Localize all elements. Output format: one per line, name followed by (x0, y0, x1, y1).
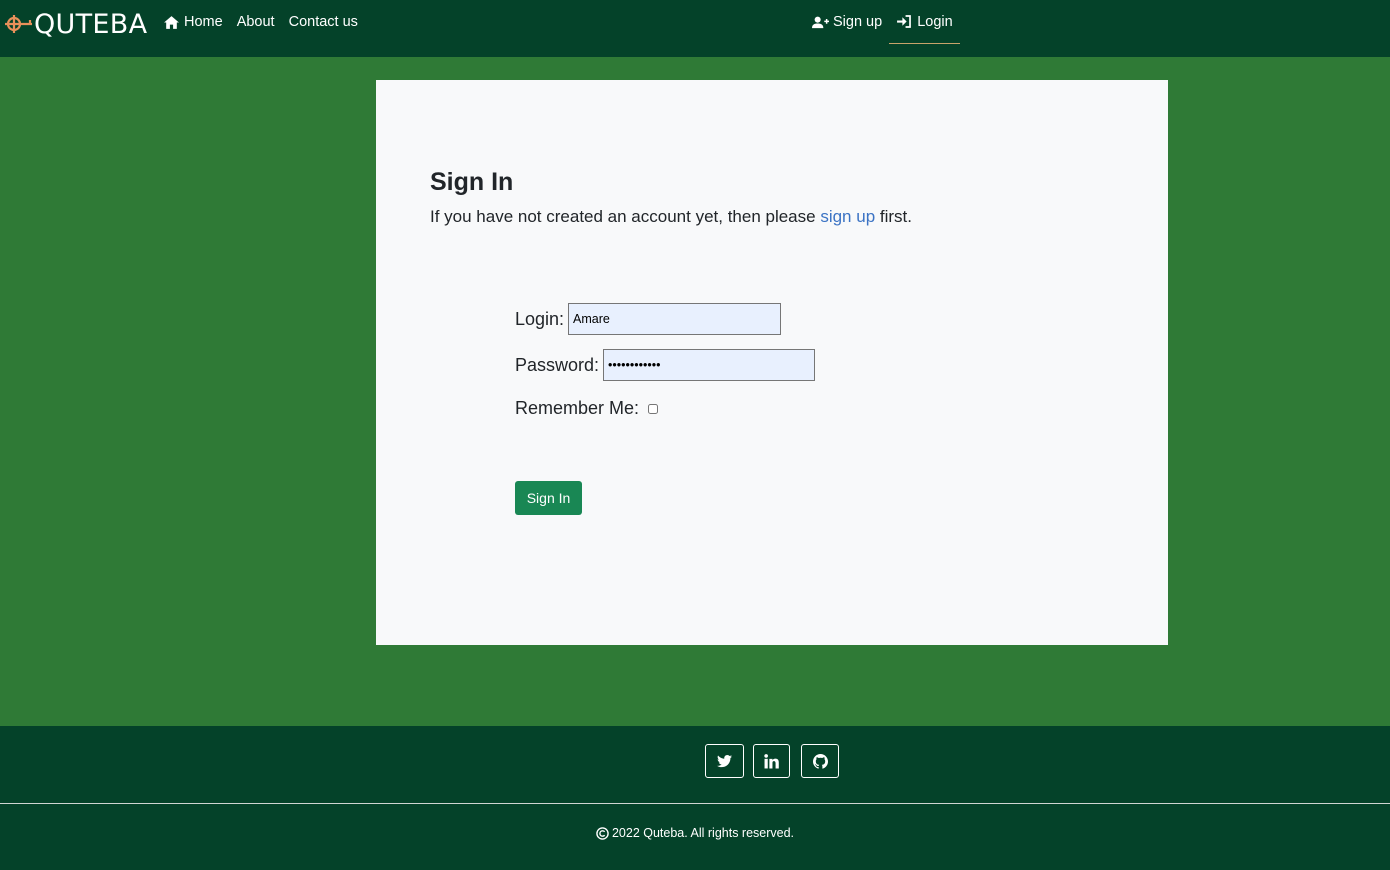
remember-checkbox[interactable] (648, 403, 659, 414)
twitter-icon (717, 754, 732, 767)
signin-card: Sign In If you have not created an accou… (376, 80, 1168, 645)
copyright: 2022 Quteba. All rights reserved. (0, 826, 1390, 840)
signin-hint: If you have not created an account yet, … (430, 207, 912, 227)
footer: 2022 Quteba. All rights reserved. (0, 726, 1390, 870)
login-input[interactable] (568, 303, 782, 335)
nav-home[interactable]: Home (163, 14, 223, 30)
twitter-button[interactable] (705, 744, 744, 778)
sign-in-icon (897, 15, 912, 28)
password-row: Password: (515, 349, 816, 381)
user-plus-icon (812, 16, 829, 28)
brand[interactable]: QUTEBA (4, 7, 147, 41)
nav-home-label: Home (184, 14, 223, 30)
copyright-icon (596, 826, 609, 840)
nav-contact[interactable]: Contact us (289, 14, 358, 30)
nav-login-label: Login (917, 13, 953, 30)
signin-button[interactable]: Sign In (515, 481, 582, 515)
home-icon (164, 15, 179, 29)
signin-hint-text: If you have not created an account yet, … (430, 207, 821, 226)
signup-link[interactable]: sign up (820, 207, 875, 226)
signin-hint-end: first. (875, 207, 912, 226)
footer-divider (0, 803, 1390, 804)
login-row: Login: (515, 303, 782, 335)
password-input[interactable] (603, 349, 816, 381)
linkedin-button[interactable] (753, 744, 790, 778)
password-label: Password: (515, 354, 600, 375)
nav-signup-label: Sign up (833, 14, 883, 30)
main-nav: Home About Contact us (163, 14, 358, 30)
remember-row: Remember Me: (515, 398, 659, 419)
login-label: Login: (515, 308, 565, 329)
linkedin-icon (764, 753, 779, 768)
nav-login[interactable]: Login (889, 0, 960, 44)
nav-about[interactable]: About (237, 14, 275, 30)
navbar: QUTEBA Home About Contact us Sign up Log… (0, 0, 1390, 57)
github-icon (812, 753, 828, 769)
nav-signup[interactable]: Sign up (812, 14, 882, 30)
quteba-logo-icon (5, 15, 32, 33)
copyright-text: 2022 Quteba. All rights reserved. (611, 826, 795, 840)
brand-name: QUTEBA (34, 8, 148, 40)
github-button[interactable] (801, 744, 839, 778)
remember-label: Remember Me: (515, 398, 640, 418)
page-title: Sign In (430, 168, 514, 196)
auth-nav: Sign up Login (812, 0, 960, 44)
